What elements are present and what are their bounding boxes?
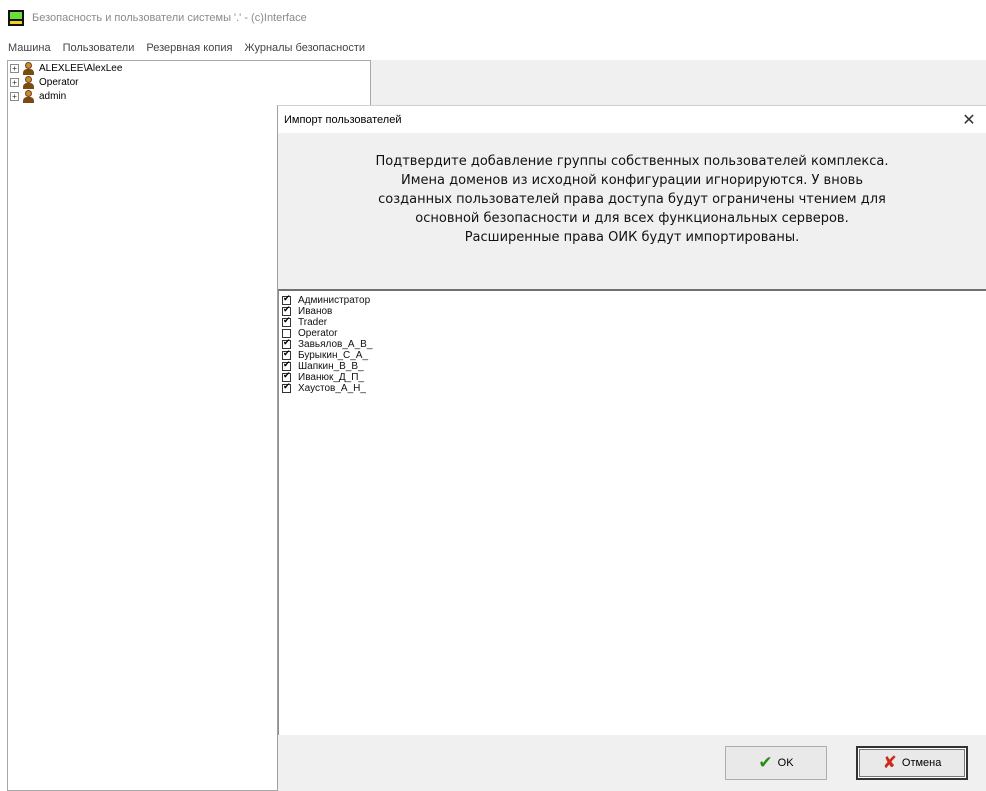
message-line: основной безопасности и для всех функцио…: [415, 211, 849, 226]
user-icon: [21, 75, 35, 89]
menu-item-machine[interactable]: Машина: [8, 42, 51, 54]
ok-button[interactable]: ✔ OK: [725, 746, 827, 780]
close-icon[interactable]: ✕: [960, 110, 978, 129]
user-label: Иванов: [298, 306, 333, 317]
users-checklist[interactable]: АдминистраторИвановTraderOperatorЗавьяло…: [278, 289, 986, 735]
menu-item-users[interactable]: Пользователи: [63, 42, 135, 54]
list-item[interactable]: Хаустов_А_Н_: [279, 382, 986, 394]
expand-icon[interactable]: +: [10, 63, 19, 73]
list-item[interactable]: Администратор: [279, 294, 986, 306]
ok-button-label: OK: [777, 757, 794, 769]
expand-icon[interactable]: +: [10, 77, 19, 87]
user-label: Шапкин_В_В_: [298, 361, 364, 372]
user-label: Бурыкин_С_А_: [298, 350, 369, 361]
menu-bar: Машина Пользователи Резервная копия Журн…: [0, 38, 378, 58]
user-checkbox[interactable]: [282, 360, 291, 371]
tree-node-label: Operator: [39, 76, 79, 88]
list-item[interactable]: Завьялов_А_В_: [279, 338, 986, 350]
dialog-title: Импорт пользователей: [284, 113, 402, 126]
user-checkbox[interactable]: [282, 316, 291, 327]
cross-icon: ✘: [882, 753, 897, 773]
user-label: Иванюк_Д_П_: [298, 372, 364, 383]
user-checkbox[interactable]: [282, 349, 291, 360]
cancel-button-label: Отмена: [901, 757, 942, 769]
message-line: Имена доменов из исходной конфигурации и…: [401, 173, 863, 188]
import-users-dialog: Импорт пользователей ✕ Подтвердите добав…: [277, 105, 986, 791]
user-checkbox[interactable]: [282, 382, 291, 393]
user-checkbox[interactable]: [282, 294, 291, 305]
user-label: Хаустов_А_Н_: [298, 383, 366, 394]
list-item[interactable]: Иванюк_Д_П_: [279, 371, 986, 383]
list-item[interactable]: Operator: [279, 328, 986, 339]
user-label: Администратор: [298, 295, 371, 306]
tree-node-operator[interactable]: + Operator: [8, 75, 370, 89]
user-label: Завьялов_А_В_: [298, 339, 373, 350]
user-icon: [21, 61, 35, 75]
tree-node-alexlee[interactable]: + ALEXLEE\AlexLee: [8, 61, 370, 75]
window-title: Безопасность и пользователи системы '.' …: [32, 12, 307, 24]
dialog-message: Подтвердите добавление группы собственны…: [278, 133, 986, 287]
expand-icon[interactable]: +: [10, 91, 19, 101]
app-icon: [8, 10, 24, 26]
user-checkbox[interactable]: [282, 329, 291, 338]
list-item[interactable]: Бурыкин_С_А_: [279, 349, 986, 361]
user-checkbox[interactable]: [282, 338, 291, 349]
menu-item-backup[interactable]: Резервная копия: [146, 42, 232, 54]
checkmark-icon: ✔: [758, 753, 773, 773]
tree-node-label: admin: [39, 90, 67, 102]
menu-item-security-logs[interactable]: Журналы безопасности: [244, 42, 365, 54]
user-checkbox[interactable]: [282, 371, 291, 382]
list-item[interactable]: Иванов: [279, 305, 986, 317]
list-item[interactable]: Шапкин_В_В_: [279, 360, 986, 372]
message-line: Расширенные права ОИК будут импортирован…: [464, 230, 800, 245]
tree-node-admin[interactable]: + admin: [8, 89, 370, 103]
message-line: созданных пользователей права доступа бу…: [378, 192, 886, 207]
tree-node-label: ALEXLEE\AlexLee: [39, 62, 123, 74]
window-titlebar: Безопасность и пользователи системы '.' …: [0, 0, 986, 36]
user-icon: [21, 89, 35, 103]
user-label: Trader: [298, 317, 328, 328]
list-item[interactable]: Trader: [279, 316, 986, 328]
user-checkbox[interactable]: [282, 305, 291, 316]
dialog-titlebar: Импорт пользователей ✕: [278, 106, 986, 133]
message-line: Подтвердите добавление группы собственны…: [375, 154, 889, 169]
user-label: Operator: [298, 328, 338, 339]
cancel-button[interactable]: ✘ Отмена: [856, 746, 968, 780]
